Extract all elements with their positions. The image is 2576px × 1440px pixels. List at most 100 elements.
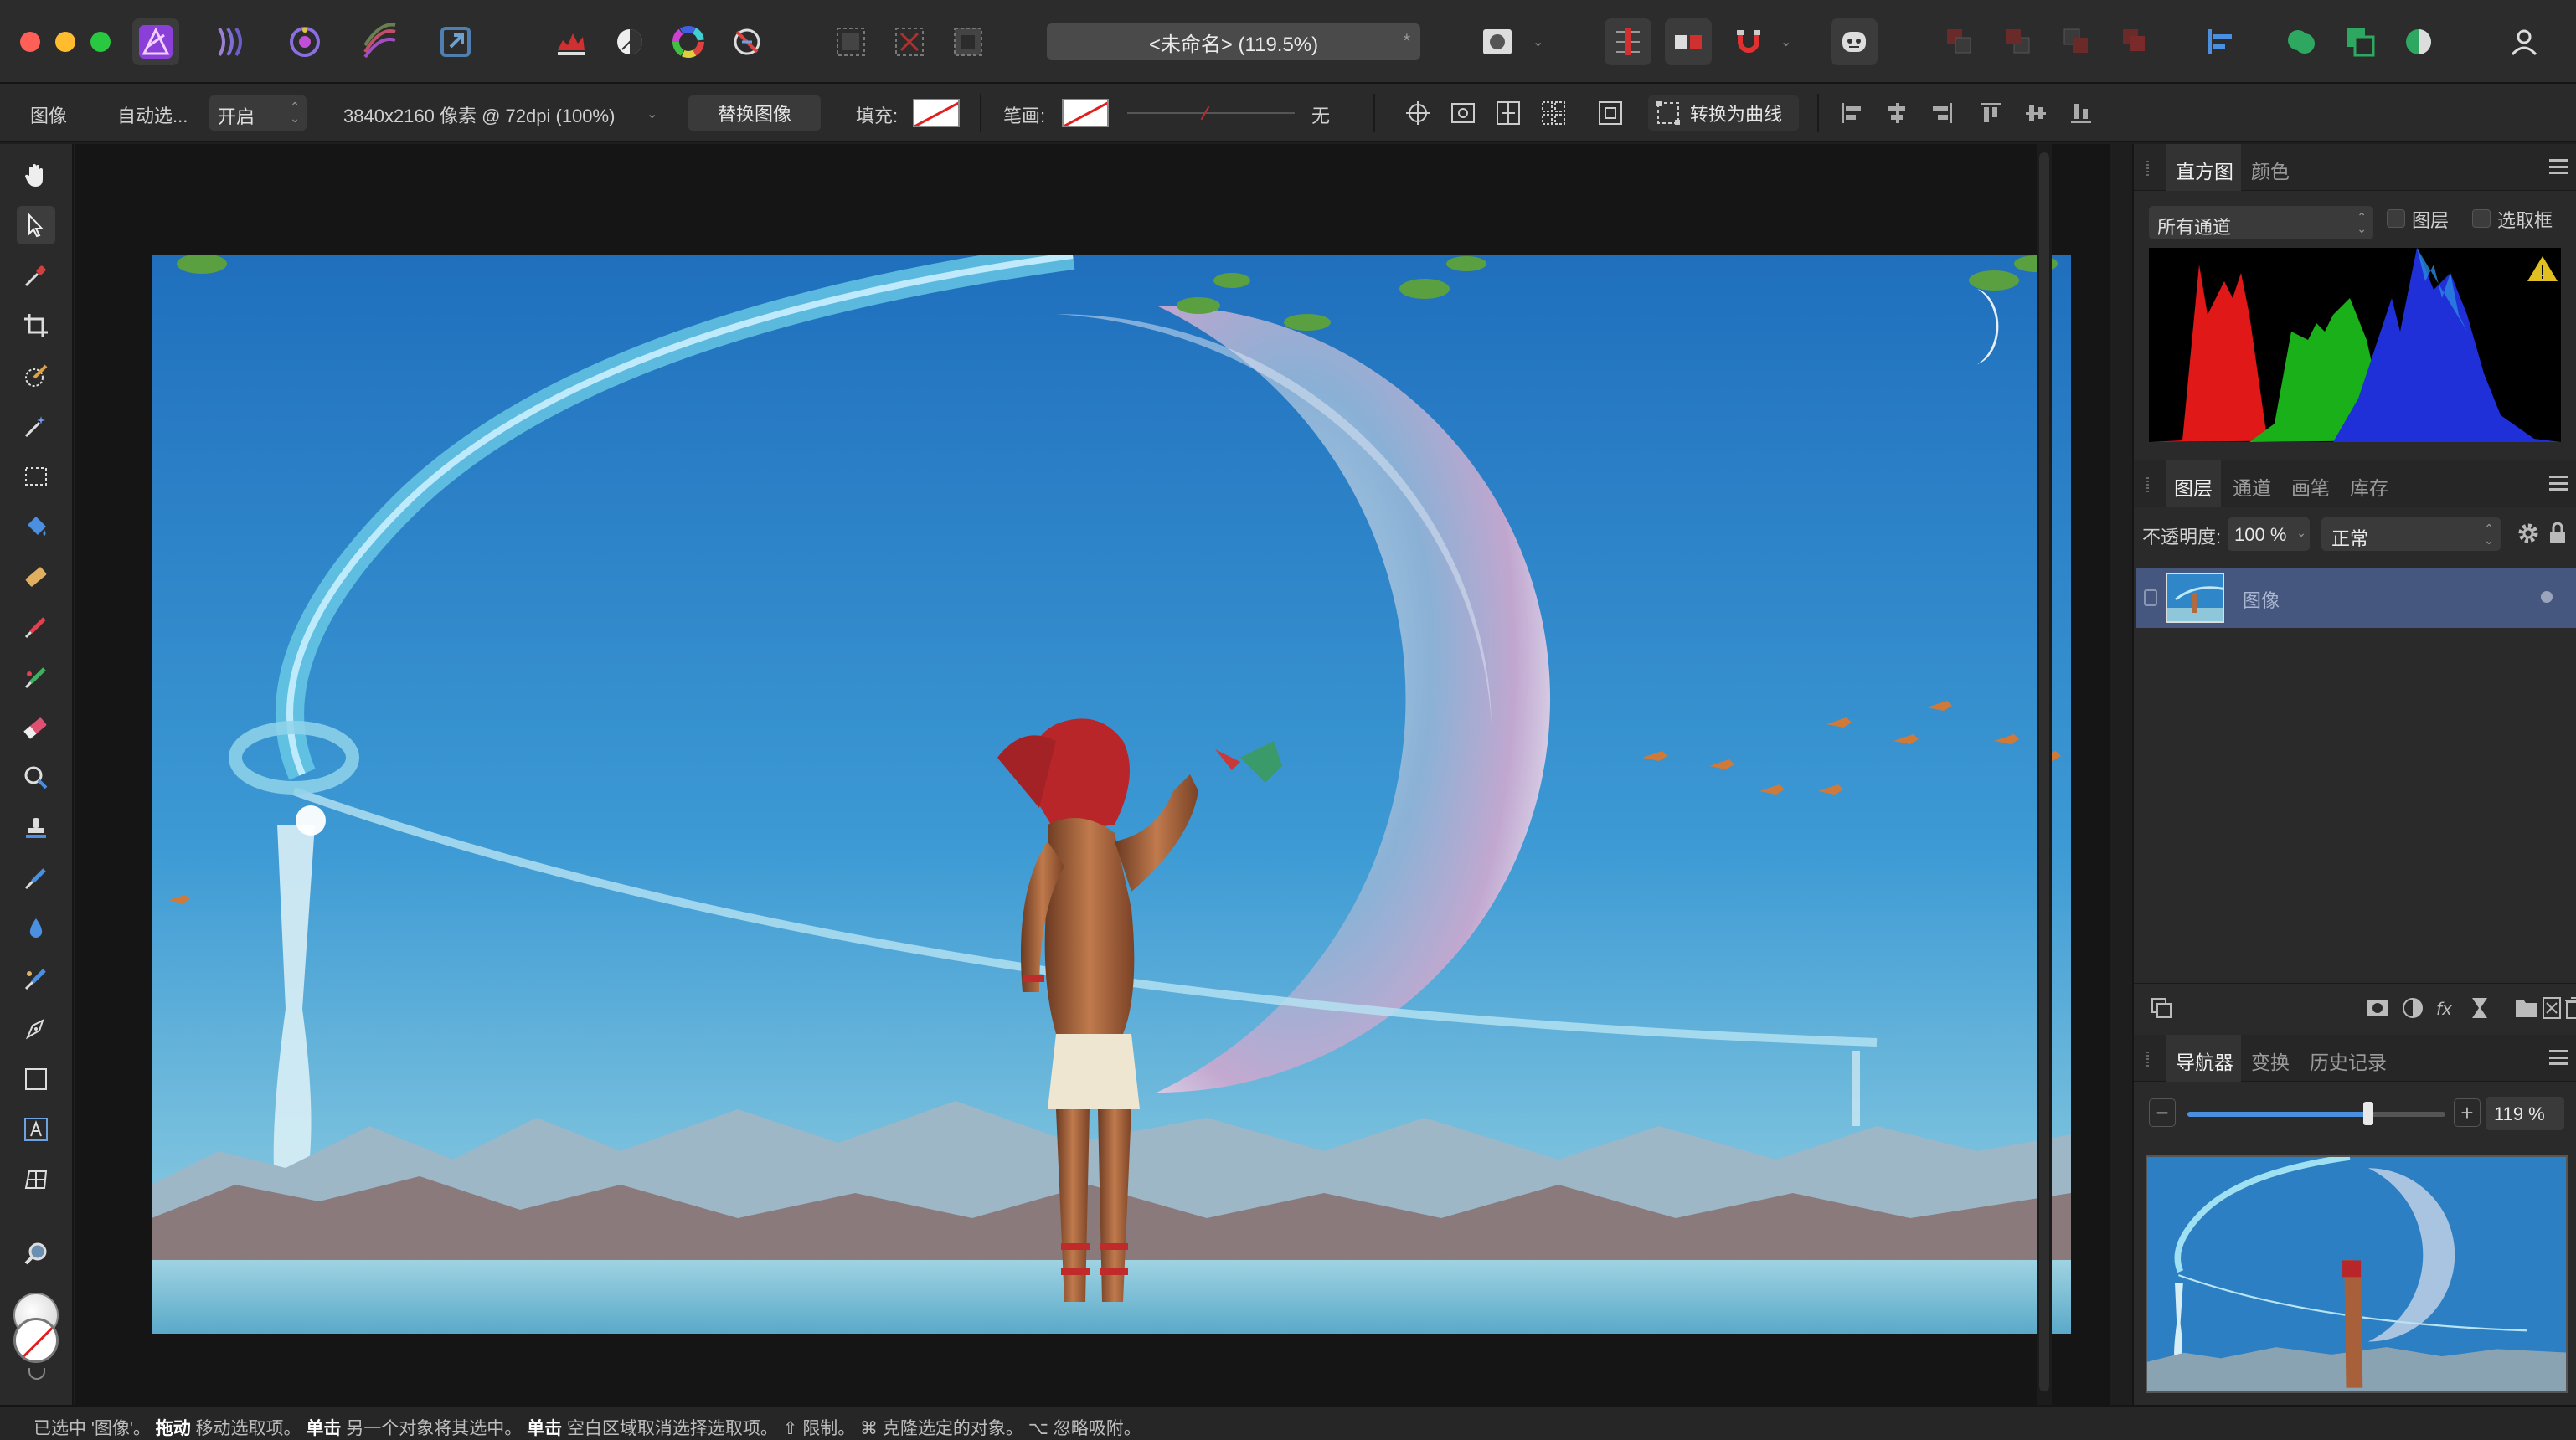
export-persona-button[interactable] bbox=[432, 18, 479, 65]
quick-mask-dropdown-caret[interactable]: ⌄ bbox=[1533, 33, 1543, 50]
align-top-button[interactable] bbox=[1975, 97, 2007, 129]
show-selection-box-button[interactable] bbox=[1447, 97, 1479, 129]
force-pixel-alignment-button[interactable] bbox=[1665, 18, 1712, 65]
histogram-layer-checkbox[interactable] bbox=[2387, 209, 2405, 228]
flood-fill-tool[interactable] bbox=[17, 507, 55, 546]
show-alignment-handles-button[interactable] bbox=[1492, 97, 1524, 129]
layer-options-button[interactable] bbox=[2149, 995, 2174, 1021]
layer-expand-icon[interactable] bbox=[2144, 589, 2157, 606]
canvas-area[interactable] bbox=[75, 144, 2110, 1405]
layer-settings-button[interactable] bbox=[2516, 521, 2541, 546]
pen-tool[interactable] bbox=[17, 1010, 55, 1048]
panel-grip-icon[interactable] bbox=[2146, 477, 2149, 492]
quick-mask-button[interactable] bbox=[1474, 18, 1521, 65]
tab-navigator[interactable]: 导航器 bbox=[2176, 1047, 2233, 1075]
photo-persona-button[interactable] bbox=[132, 18, 179, 65]
stroke-color-swatch[interactable] bbox=[1062, 99, 1109, 127]
assistant-button[interactable] bbox=[1831, 18, 1878, 65]
minimize-window-button[interactable] bbox=[55, 32, 75, 52]
color-picker-tool[interactable] bbox=[17, 256, 55, 295]
histogram-panel-menu-icon[interactable] bbox=[2549, 159, 2568, 174]
add-live-filter-button[interactable]: fx bbox=[2434, 995, 2459, 1021]
auto-contrast-button[interactable] bbox=[606, 18, 653, 65]
zoom-in-button[interactable]: + bbox=[2454, 1098, 2481, 1127]
tab-layers[interactable]: 图层 bbox=[2174, 472, 2213, 501]
invert-selection-button[interactable] bbox=[945, 18, 992, 65]
tab-brushes[interactable]: 画笔 bbox=[2291, 472, 2330, 501]
zoom-slider[interactable] bbox=[2187, 1102, 2445, 1125]
tab-histogram[interactable]: 直方图 bbox=[2176, 156, 2233, 184]
gradient-tool[interactable] bbox=[17, 558, 55, 596]
secondary-color-swatch[interactable] bbox=[13, 1318, 59, 1363]
layers-panel-menu-icon[interactable] bbox=[2549, 476, 2568, 491]
arrange-front-button[interactable] bbox=[2112, 18, 2159, 65]
boolean-subtract-button[interactable] bbox=[2336, 18, 2383, 65]
artistic-text-tool[interactable] bbox=[17, 1110, 55, 1149]
tab-channels[interactable]: 通道 bbox=[2233, 472, 2271, 501]
transform-origin-button[interactable] bbox=[1402, 97, 1434, 129]
swap-colors-icon[interactable] bbox=[28, 1368, 45, 1380]
document-title-tab[interactable]: <未命名> (119.5%) * bbox=[1047, 23, 1420, 60]
pixel-tool[interactable] bbox=[17, 658, 55, 697]
selection-brush-tool[interactable] bbox=[17, 357, 55, 395]
add-mask-button[interactable] bbox=[2365, 995, 2390, 1021]
geometry-bounding-box-button[interactable] bbox=[1595, 97, 1626, 129]
transform-objects-separately-button[interactable] bbox=[1538, 97, 1569, 129]
flood-select-tool[interactable] bbox=[17, 407, 55, 445]
tab-color[interactable]: 颜色 bbox=[2251, 156, 2290, 184]
marquee-selection-button[interactable] bbox=[827, 18, 874, 65]
tab-transform[interactable]: 变换 bbox=[2251, 1047, 2290, 1075]
blur-brush-tool[interactable] bbox=[17, 909, 55, 948]
panel-grip-icon[interactable] bbox=[2146, 161, 2149, 176]
boolean-intersect-button[interactable] bbox=[2395, 18, 2442, 65]
zoom-out-button[interactable]: − bbox=[2149, 1098, 2176, 1127]
zoom-tool[interactable] bbox=[17, 1234, 55, 1273]
align-right-button[interactable] bbox=[1926, 97, 1958, 129]
snapping-dropdown-caret[interactable]: ⌄ bbox=[1780, 33, 1791, 50]
canvas-vertical-scrollbar[interactable] bbox=[2037, 144, 2052, 1405]
dodge-brush-tool[interactable] bbox=[17, 759, 55, 797]
rectangle-tool[interactable] bbox=[17, 1060, 55, 1098]
document-dimensions[interactable]: 3840x2160 像素 @ 72dpi (100%) bbox=[343, 101, 615, 128]
layer-row[interactable]: 图像 bbox=[2136, 568, 2576, 628]
arrange-back-button[interactable] bbox=[1936, 18, 1983, 65]
crop-tool[interactable] bbox=[17, 306, 55, 345]
panel-grip-icon[interactable] bbox=[2146, 1052, 2149, 1067]
levels-adjustment-button[interactable] bbox=[548, 18, 595, 65]
erase-brush-tool[interactable] bbox=[17, 708, 55, 747]
replace-image-button[interactable]: 替换图像 bbox=[688, 95, 821, 131]
auto-colors-button[interactable] bbox=[665, 18, 712, 65]
arrange-backward-button[interactable] bbox=[1995, 18, 2042, 65]
stroke-width-slider[interactable] bbox=[1127, 105, 1295, 121]
auto-select-dropdown[interactable]: 开启 ⌃ ⌄ bbox=[209, 95, 307, 131]
align-center-button[interactable] bbox=[1881, 97, 1913, 129]
mesh-warp-tool[interactable] bbox=[17, 1160, 55, 1199]
convert-to-curves-button[interactable]: 转换为曲线 bbox=[1648, 95, 1799, 131]
arrange-forward-button[interactable] bbox=[2053, 18, 2100, 65]
paint-brush-tool[interactable] bbox=[17, 608, 55, 646]
develop-persona-button[interactable] bbox=[281, 18, 328, 65]
snapping-magnet-button[interactable] bbox=[1725, 18, 1772, 65]
alignment-button[interactable] bbox=[2197, 18, 2244, 65]
add-group-button[interactable] bbox=[2514, 995, 2539, 1021]
view-tool[interactable] bbox=[17, 156, 55, 194]
add-pixel-layer-button[interactable] bbox=[2467, 995, 2492, 1021]
liquify-persona-button[interactable] bbox=[208, 18, 255, 65]
layer-visibility-toggle[interactable] bbox=[2541, 591, 2553, 603]
fill-color-swatch[interactable] bbox=[913, 99, 960, 127]
account-button[interactable] bbox=[2501, 18, 2548, 65]
lock-layer-button[interactable] bbox=[2548, 521, 2568, 546]
clone-brush-tool[interactable] bbox=[17, 809, 55, 847]
snapping-button[interactable] bbox=[1605, 18, 1651, 65]
document-image[interactable] bbox=[152, 255, 2071, 1334]
align-middle-button[interactable] bbox=[2020, 97, 2052, 129]
histogram-channel-select[interactable]: 所有通道 ⌃ ⌄ bbox=[2149, 206, 2373, 239]
color-swatches[interactable] bbox=[12, 1293, 62, 1385]
deselect-button[interactable] bbox=[886, 18, 933, 65]
zoom-slider-knob[interactable] bbox=[2362, 1102, 2373, 1125]
inpainting-brush-tool[interactable] bbox=[17, 859, 55, 897]
auto-white-balance-button[interactable] bbox=[724, 18, 770, 65]
histogram-selection-checkbox[interactable] bbox=[2472, 209, 2491, 228]
canvas-vertical-scroll-thumb[interactable] bbox=[2039, 152, 2049, 1391]
smudge-brush-tool[interactable] bbox=[17, 959, 55, 998]
